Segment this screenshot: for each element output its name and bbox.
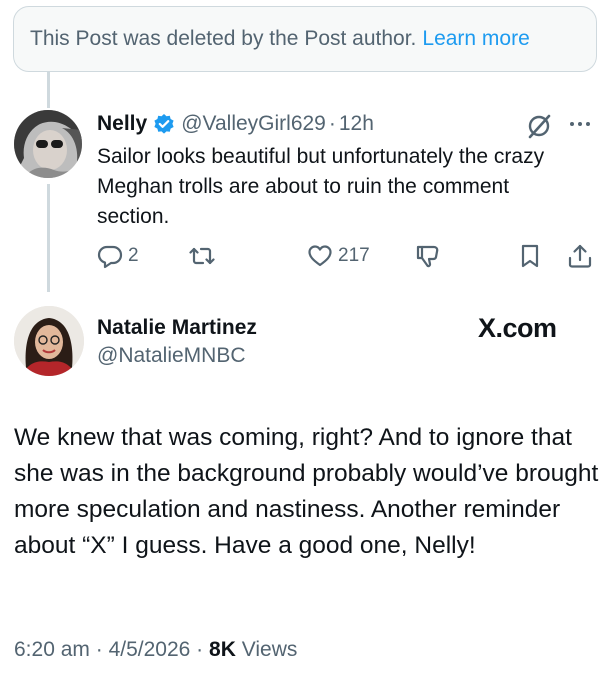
analytics-button[interactable] [415,238,441,274]
xcom-watermark: X.com [478,313,557,343]
share-button[interactable] [567,238,593,274]
reply-text: Sailor looks beautiful but unfortunately… [97,145,545,228]
reply-author-handle[interactable]: @ValleyGirl629 [181,112,326,136]
post-meta: 6:20 am · 4/5/2026 · 8K Views [14,638,297,662]
separator-dot: · [95,638,103,661]
bookmark-icon [521,244,539,268]
reply-author-name[interactable]: Nelly [97,112,147,136]
like-button[interactable]: 217 [307,238,370,274]
heart-icon [308,245,332,267]
learn-more-link[interactable]: Learn more [422,27,529,51]
views-count[interactable]: 8K [209,638,236,661]
reply-header: Nelly @ValleyGirl629 · 12h [97,108,593,140]
reply-post[interactable]: Nelly @ValleyGirl629 · 12h Sailor looks … [97,108,593,232]
thread-line-bottom [47,184,50,292]
bookmark-button[interactable] [517,238,543,274]
thread-line-top [47,72,50,108]
repost-button[interactable] [189,238,220,274]
like-count: 217 [338,245,370,266]
separator-dot: · [196,638,204,661]
more-options-icon[interactable] [567,114,593,134]
views-label: Views [241,638,298,661]
grok-icon[interactable] [525,112,553,140]
post-time[interactable]: 6:20 am [14,638,90,661]
reply-action-bar: 2 217 [97,238,597,274]
deleted-post-notice: This Post was deleted by the Post author… [13,6,597,72]
reply-timestamp[interactable]: 12h [339,112,374,136]
avatar[interactable] [14,306,84,376]
avatar-photo-nelly [14,110,82,178]
reply-count: 2 [128,245,139,266]
avatar-photo-natalie [14,306,84,376]
post-date[interactable]: 4/5/2026 [109,638,191,661]
post-author-handle[interactable]: @NatalieMNBC [97,344,246,368]
reply-button[interactable]: 2 [97,238,139,274]
repost-icon [189,247,215,265]
post-author-name[interactable]: Natalie Martinez [97,316,257,340]
reply-icon [97,245,123,269]
deleted-notice-text: This Post was deleted by the Post author… [30,27,417,50]
verified-badge-icon [154,114,174,134]
post-text: We knew that was coming, right? And to i… [14,424,599,559]
share-icon [568,244,592,268]
separator-dot: · [328,112,336,135]
avatar[interactable] [14,110,82,178]
dislike-icon [416,245,439,268]
